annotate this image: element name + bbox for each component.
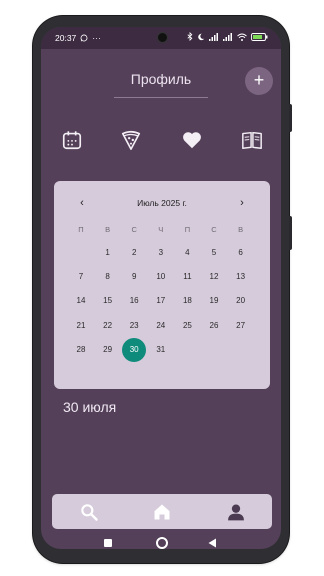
next-month-button[interactable]: ›: [234, 195, 250, 211]
calendar-day[interactable]: 7: [68, 268, 94, 286]
search-icon[interactable]: [79, 502, 99, 522]
calendar-day[interactable]: 18: [174, 292, 200, 310]
calendar-icon[interactable]: [61, 129, 83, 151]
moon-icon: [198, 33, 205, 40]
signal-icon-1: [209, 32, 218, 41]
calendar-day-selected[interactable]: 30: [121, 341, 147, 359]
pizza-icon[interactable]: [120, 129, 142, 151]
calendar-day[interactable]: 19: [201, 292, 227, 310]
profile-icon[interactable]: [226, 502, 246, 522]
calendar-day[interactable]: 4: [174, 244, 200, 262]
status-more: ···: [92, 33, 101, 43]
calendar-day[interactable]: 20: [228, 292, 254, 310]
status-time: 20:37: [55, 33, 77, 43]
recents-icon[interactable]: [104, 539, 112, 547]
calendar-day[interactable]: 25: [174, 317, 200, 335]
calendar-day[interactable]: 6: [228, 244, 254, 262]
calendar-day[interactable]: 2: [121, 244, 147, 262]
bottom-navigation: [52, 494, 272, 529]
book-icon[interactable]: [241, 129, 263, 151]
calendar-card: ‹ Июль 2025 г. › П В С Ч П С В 1 2 3 4 5 6 7 8 9 10 11 12 1…: [54, 181, 270, 389]
calendar-day[interactable]: 1: [95, 244, 121, 262]
whatsapp-icon: [80, 34, 88, 42]
category-icon-row: [41, 129, 281, 155]
calendar-day[interactable]: 10: [148, 268, 174, 286]
calendar-day[interactable]: 31: [148, 341, 174, 359]
calendar-day[interactable]: 14: [68, 292, 94, 310]
home-icon[interactable]: [152, 502, 172, 522]
volume-button: [289, 104, 292, 132]
selected-date-label: 30 июля: [63, 399, 117, 415]
calendar-day[interactable]: 22: [95, 317, 121, 335]
weekday-label: С: [131, 225, 137, 234]
power-button: [289, 216, 292, 250]
phone-frame: 20:37 ··· Профиль + ‹ Июль 2025 г. › П В…: [33, 16, 292, 563]
app-screen: 20:37 ··· Профиль + ‹ Июль 2025 г. › П В…: [41, 27, 281, 549]
weekday-label: В: [238, 225, 244, 234]
calendar-header: ‹ Июль 2025 г. ›: [54, 195, 270, 211]
wifi-icon: [237, 33, 247, 41]
home-circle-icon[interactable]: [156, 537, 168, 549]
heart-icon[interactable]: [181, 129, 203, 151]
calendar-day[interactable]: 15: [95, 292, 121, 310]
back-icon[interactable]: [208, 538, 217, 548]
top-app-bar: Профиль +: [41, 49, 281, 109]
calendar-day[interactable]: 17: [148, 292, 174, 310]
weekday-label: В: [105, 225, 111, 234]
title-underline: [114, 97, 208, 98]
calendar-day[interactable]: 27: [228, 317, 254, 335]
calendar-day[interactable]: 23: [121, 317, 147, 335]
calendar-day[interactable]: 13: [228, 268, 254, 286]
calendar-day[interactable]: 16: [121, 292, 147, 310]
calendar-day[interactable]: 5: [201, 244, 227, 262]
calendar-day[interactable]: 11: [174, 268, 200, 286]
front-camera: [157, 32, 168, 43]
signal-icon-2: [223, 32, 232, 41]
calendar-day[interactable]: 26: [201, 317, 227, 335]
calendar-day[interactable]: 21: [68, 317, 94, 335]
bluetooth-icon: [187, 32, 193, 41]
calendar-day[interactable]: 12: [201, 268, 227, 286]
calendar-day[interactable]: 9: [121, 268, 147, 286]
weekday-label: П: [78, 225, 84, 234]
calendar-day[interactable]: 3: [148, 244, 174, 262]
status-bar: 20:37 ···: [41, 27, 281, 49]
battery-icon: [251, 32, 268, 41]
system-navigation-bar: [41, 537, 281, 549]
weekday-label: С: [211, 225, 217, 234]
add-button[interactable]: +: [245, 67, 273, 95]
calendar-day[interactable]: 28: [68, 341, 94, 359]
weekday-label: П: [184, 225, 191, 234]
calendar-day[interactable]: 24: [148, 317, 174, 335]
calendar-day[interactable]: 29: [95, 341, 121, 359]
weekday-label: Ч: [158, 225, 164, 234]
calendar-day[interactable]: 8: [95, 268, 121, 286]
